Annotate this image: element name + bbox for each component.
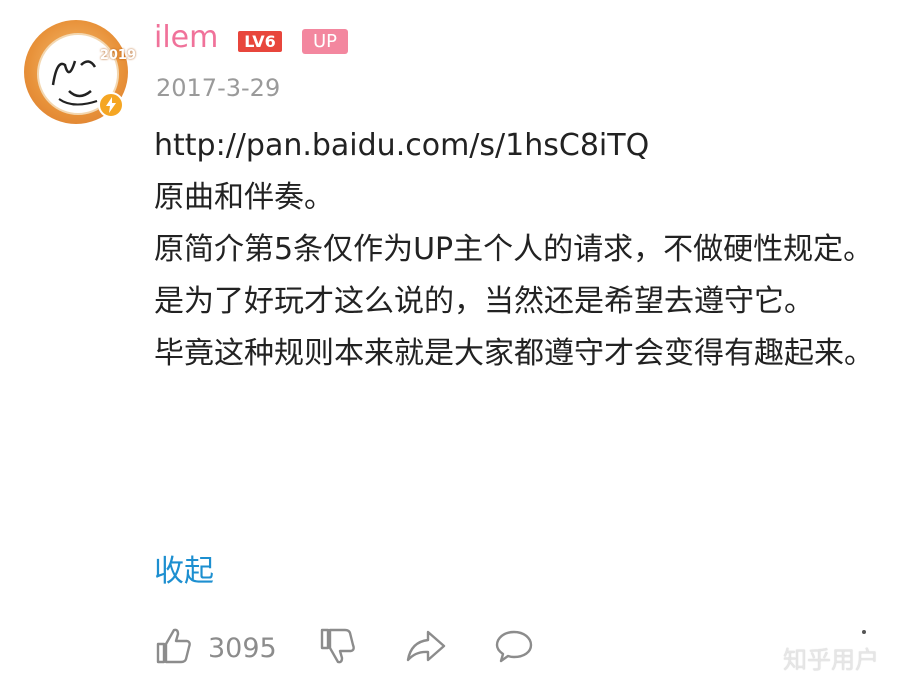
comment-line: 毕竟这种规则本来就是大家都遵守才会变得有趣起来。 (154, 336, 874, 371)
menu-dot-icon (862, 630, 866, 634)
level-badge: LV6 (238, 31, 282, 52)
comment-line: 原简介第5条仅作为UP主个人的请求，不做硬性规定。 (154, 232, 874, 267)
comment-body: http://pan.baidu.com/s/1hsC8iTQ 原曲和伴奏。 原… (154, 120, 914, 380)
comment-line: 原曲和伴奏。 (154, 180, 334, 215)
avatar-year-label: 2019 (99, 48, 136, 63)
comment-date: 2017-3-29 (156, 74, 281, 102)
thumbs-up-icon (154, 626, 194, 670)
share-button[interactable] (404, 626, 448, 670)
watermark: 知乎用户 (783, 646, 879, 674)
comment-link[interactable]: http://pan.baidu.com/s/1hsC8iTQ (154, 120, 914, 172)
like-button[interactable]: 3095 (154, 626, 277, 670)
share-icon (404, 626, 448, 670)
like-count: 3095 (208, 632, 277, 664)
username[interactable]: ilem (154, 20, 218, 55)
dislike-button[interactable] (318, 626, 358, 670)
collapse-button[interactable]: 收起 (154, 546, 214, 598)
comment-icon (494, 626, 534, 670)
comment-line: 是为了好玩才这么说的，当然还是希望去遵守它。 (154, 284, 814, 319)
lightning-icon (98, 92, 124, 118)
avatar[interactable]: 2019 (20, 14, 138, 126)
reply-button[interactable] (494, 626, 534, 670)
up-badge: UP (302, 29, 348, 54)
thumbs-down-icon (318, 626, 358, 670)
